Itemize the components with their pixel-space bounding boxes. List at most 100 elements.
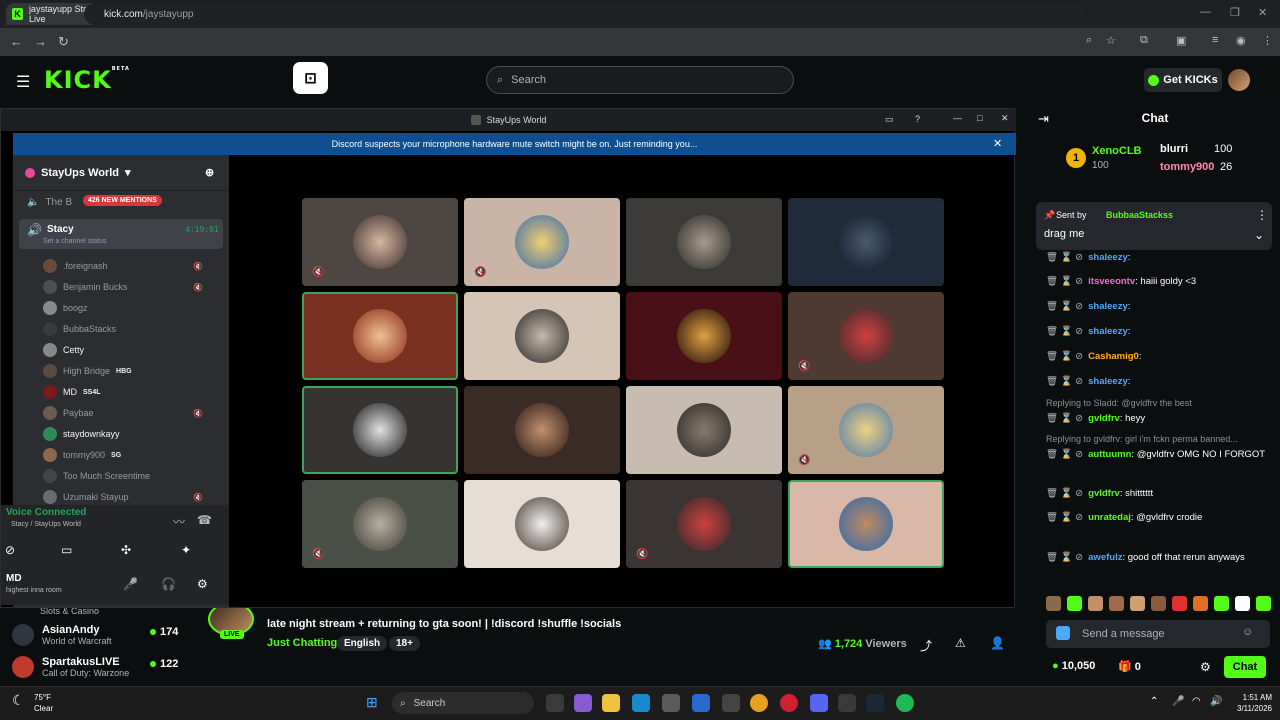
video-tile[interactable] (302, 386, 458, 474)
chrome-icon[interactable] (750, 694, 768, 712)
voice-channel-stacy[interactable]: 🔊 Stacy 4:19:01 Set a channel status (19, 219, 223, 249)
profile-icon[interactable]: ◉ (1236, 34, 1246, 47)
app-icon[interactable] (722, 694, 740, 712)
volume-icon[interactable]: 🔊 (1210, 696, 1222, 707)
report-icon[interactable]: ⚠ (955, 636, 966, 650)
camera-off-icon[interactable]: ⊘ (5, 543, 15, 557)
voice-user[interactable]: Too Much Screentime (43, 469, 150, 483)
weather-widget[interactable]: 75°F Clear (34, 692, 53, 714)
zoom-icon[interactable]: ⌕ (1086, 34, 1092, 47)
back-icon[interactable]: ← (10, 34, 23, 49)
pinned-author[interactable]: BubbaaStackss (1106, 210, 1173, 220)
steam-icon[interactable] (866, 694, 884, 712)
app-icon[interactable]: ⊡ (293, 62, 328, 94)
chat-message[interactable]: 🗑 ⌛ ⊘ unratedaj: @gvldfrv crodie (1046, 510, 1274, 526)
xbox-icon[interactable] (838, 694, 856, 712)
chat-message[interactable]: 🗑 ⌛ ⊘ shaleezy: (1046, 250, 1274, 266)
video-tile[interactable] (464, 292, 620, 380)
chat-message[interactable]: 🗑 ⌛ ⊘ shaleezy: (1046, 299, 1274, 315)
store-icon[interactable] (662, 694, 680, 712)
emote-icon[interactable] (1151, 596, 1166, 611)
chat-message[interactable]: 🗑 ⌛ ⊘ gvldfrv: shitttttt (1046, 486, 1274, 502)
video-tile[interactable]: 🔇 (626, 480, 782, 568)
hamburger-menu-icon[interactable]: ☰ (16, 72, 30, 92)
copilot-icon[interactable] (574, 694, 592, 712)
headphones-icon[interactable]: 🎧 (161, 577, 176, 591)
voice-channel-path[interactable]: Stacy / StayUps World (11, 521, 81, 528)
mic-tray-icon[interactable]: 🎤 (1172, 696, 1184, 707)
leaderboard-user[interactable]: tommy900 (1160, 161, 1214, 173)
opera-icon[interactable] (780, 694, 798, 712)
dismiss-notice-icon[interactable]: ✕ (993, 137, 1002, 150)
pinned-message[interactable]: 📌 Sent by BubbaaStackss drag me ⌄ ⋮ (1036, 202, 1272, 250)
task-view-icon[interactable] (546, 694, 564, 712)
soundboard-icon[interactable]: ✦ (181, 543, 191, 557)
video-tile[interactable] (464, 386, 620, 474)
tag-language[interactable]: English (337, 636, 388, 651)
discord-maximize-button[interactable]: □ (977, 113, 982, 123)
discord-minimize-button[interactable]: — (953, 113, 962, 123)
video-tile[interactable] (626, 292, 782, 380)
mic-icon[interactable]: 🎤 (123, 577, 138, 591)
chat-input[interactable]: Send a message ☺ (1046, 620, 1270, 648)
bookmark-star-icon[interactable]: ☆ (1106, 34, 1116, 47)
chat-message[interactable]: 🗑 ⌛ ⊘ shaleezy: (1046, 374, 1274, 390)
reload-icon[interactable]: ↻ (58, 34, 69, 50)
chevron-down-icon[interactable]: ⌄ (1254, 228, 1264, 242)
chat-message[interactable]: 🗑 ⌛ ⊘ awefulz: good off that rerun anyway… (1046, 550, 1274, 566)
voice-user[interactable]: Uzumaki Stayup 🔇 (43, 490, 203, 504)
video-tile[interactable]: 🔇 (788, 292, 944, 380)
emote-icon[interactable] (1088, 596, 1103, 611)
chat-message[interactable]: 🗑 ⌛ ⊘ shaleezy: (1046, 324, 1274, 340)
voice-user[interactable]: MD SS4L (43, 385, 101, 399)
leaderboard-user[interactable]: blurri (1160, 143, 1188, 155)
voice-connected[interactable]: Voice Connected (6, 507, 86, 518)
emote-icon[interactable] (1109, 596, 1124, 611)
extensions-icon[interactable]: ⧉ (1140, 34, 1148, 47)
gift-counter[interactable]: 🎁 0 (1118, 660, 1141, 673)
emote-icon[interactable] (1130, 596, 1145, 611)
restore-window-button[interactable]: ❐ (1230, 6, 1240, 19)
channel-prev[interactable]: 🔈 The B (27, 197, 72, 208)
video-tile[interactable] (788, 198, 944, 286)
emote-icon[interactable] (1172, 596, 1187, 611)
video-tile[interactable]: 🔇 (788, 386, 944, 474)
discord-close-button[interactable]: ✕ (1001, 113, 1009, 124)
chat-settings-icon[interactable]: ⚙ (1200, 660, 1211, 674)
discord-icon[interactable] (810, 694, 828, 712)
emote-icon[interactable] (1214, 596, 1229, 611)
file-explorer-icon[interactable] (602, 694, 620, 712)
more-options-icon[interactable]: ⋮ (1256, 208, 1268, 222)
windows-start-icon[interactable]: ⊞ (366, 694, 378, 711)
tray-chevron-icon[interactable]: ⌃ (1150, 696, 1158, 707)
noise-suppression-icon[interactable]: 〰 (173, 513, 185, 530)
media-icon[interactable]: ≡ (1212, 34, 1218, 46)
wifi-icon[interactable]: ◠ (1192, 696, 1201, 707)
video-tile[interactable] (302, 292, 458, 380)
video-tile[interactable] (788, 480, 944, 568)
video-tile[interactable]: 🔇 (302, 480, 458, 568)
emote-icon[interactable] (1193, 596, 1208, 611)
get-kicks-button[interactable]: Get KICKs (1144, 68, 1222, 92)
activities-icon[interactable]: ✣ (121, 543, 131, 557)
discord-window[interactable]: StayUps World ▭ ? — □ ✕ Discord suspects… (0, 108, 1016, 608)
emote-icon[interactable] (1067, 596, 1082, 611)
share-icon[interactable]: ⤴ (920, 637, 932, 654)
me-username[interactable]: MD (6, 573, 22, 584)
sidepanel-icon[interactable]: ▣ (1176, 34, 1186, 47)
user-avatar[interactable] (1228, 69, 1250, 91)
minimize-window-button[interactable]: — (1200, 6, 1211, 18)
channel-points[interactable]: ● 10,050 (1052, 660, 1095, 672)
add-member-icon[interactable]: ⊕ (205, 166, 214, 179)
voice-user[interactable]: Benjamin Bucks 🔇 (43, 280, 203, 294)
stream-category[interactable]: Just Chatting (267, 637, 337, 649)
leaderboard-user[interactable]: XenoCLB (1092, 145, 1142, 157)
voice-user[interactable]: High Bridge HBG (43, 364, 132, 378)
voice-user[interactable]: tommy900 SG (43, 448, 121, 462)
emote-icon[interactable] (1235, 596, 1250, 611)
new-mentions-badge[interactable]: 426 NEW MENTIONS (83, 195, 162, 206)
screen-share-icon[interactable]: ▭ (885, 114, 894, 125)
voice-user[interactable]: Paybae 🔇 (43, 406, 203, 420)
voice-user[interactable]: BubbaStacks (43, 322, 116, 336)
sidebar-channel[interactable]: AsianAndy World of Warcraft (12, 624, 112, 646)
